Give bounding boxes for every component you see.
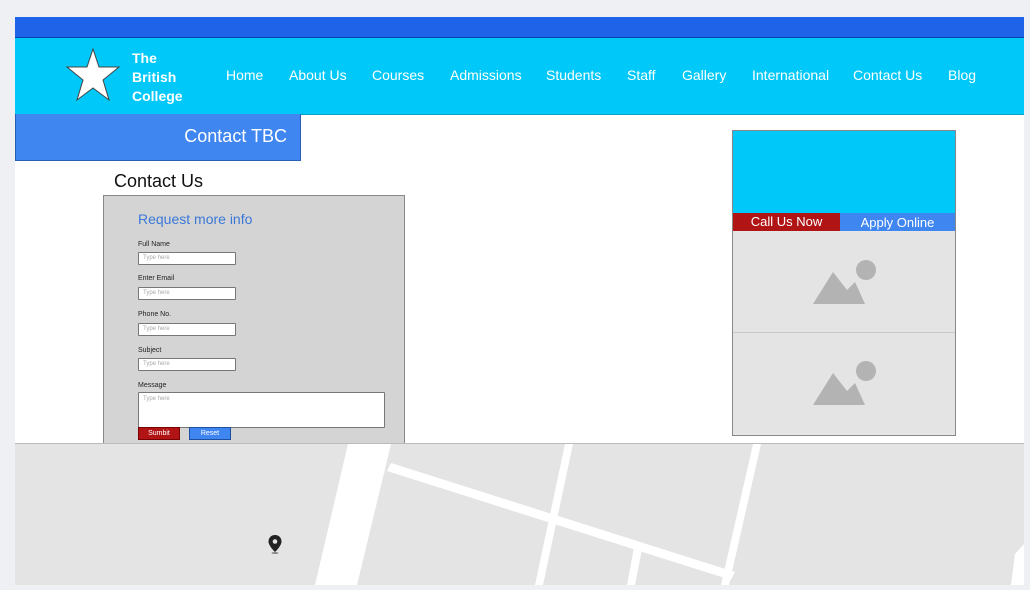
page-frame: The British College Home About Us Course… — [15, 17, 1024, 585]
nav-about-us[interactable]: About Us — [289, 67, 347, 83]
reset-button[interactable]: Reset — [189, 427, 231, 440]
nav-courses[interactable]: Courses — [372, 67, 424, 83]
nav-blog[interactable]: Blog — [948, 67, 976, 83]
map-roads — [315, 444, 1024, 585]
image-placeholder-icon — [813, 260, 876, 304]
apply-online-button[interactable]: Apply Online — [840, 213, 955, 231]
sidebar-image-2[interactable] — [733, 333, 955, 433]
site-header: The British College Home About Us Course… — [15, 38, 1024, 115]
location-map[interactable] — [15, 443, 1024, 585]
submit-button[interactable]: Sumbit — [138, 427, 180, 440]
brand-line-1: The — [132, 50, 157, 66]
image-placeholder-icon — [813, 361, 876, 405]
nav-gallery[interactable]: Gallery — [682, 67, 726, 83]
request-info-form: Request more info Full Name Type here En… — [103, 195, 405, 446]
star-icon[interactable] — [65, 47, 121, 103]
brand-line-3: College — [132, 88, 183, 104]
map-pin-icon[interactable] — [268, 535, 282, 554]
sidebar-banner — [733, 131, 955, 213]
full-name-field[interactable]: Type here — [138, 252, 236, 265]
page-banner: Contact TBC — [15, 114, 301, 161]
sidebar-image-1[interactable] — [733, 232, 955, 333]
nav-international[interactable]: International — [752, 67, 829, 83]
nav-staff[interactable]: Staff — [627, 67, 656, 83]
nav-home[interactable]: Home — [226, 67, 263, 83]
nav-admissions[interactable]: Admissions — [450, 67, 522, 83]
page-title: Contact Us — [114, 171, 204, 191]
phone-label: Phone No. — [138, 311, 172, 318]
nav-contact-us[interactable]: Contact Us — [853, 67, 922, 83]
subject-label: Subject — [138, 347, 162, 354]
sidebar-panel: Call Us Now Apply Online — [732, 130, 956, 436]
full-name-label: Full Name — [138, 241, 170, 248]
brand-line-2: British — [132, 69, 177, 85]
subject-field[interactable]: Type here — [138, 358, 236, 371]
brand-name[interactable]: The British College — [132, 49, 183, 106]
email-field[interactable]: Type here — [138, 287, 236, 300]
email-label: Enter Email — [138, 275, 175, 282]
message-label: Message — [138, 382, 167, 389]
form-title: Request more info — [138, 211, 253, 227]
call-us-now-button[interactable]: Call Us Now — [733, 213, 840, 231]
message-field[interactable]: Type here — [138, 392, 385, 428]
page-banner-title: Contact TBC — [184, 126, 287, 146]
top-bar — [15, 17, 1024, 38]
nav-students[interactable]: Students — [546, 67, 601, 83]
phone-field[interactable]: Type here — [138, 323, 236, 336]
